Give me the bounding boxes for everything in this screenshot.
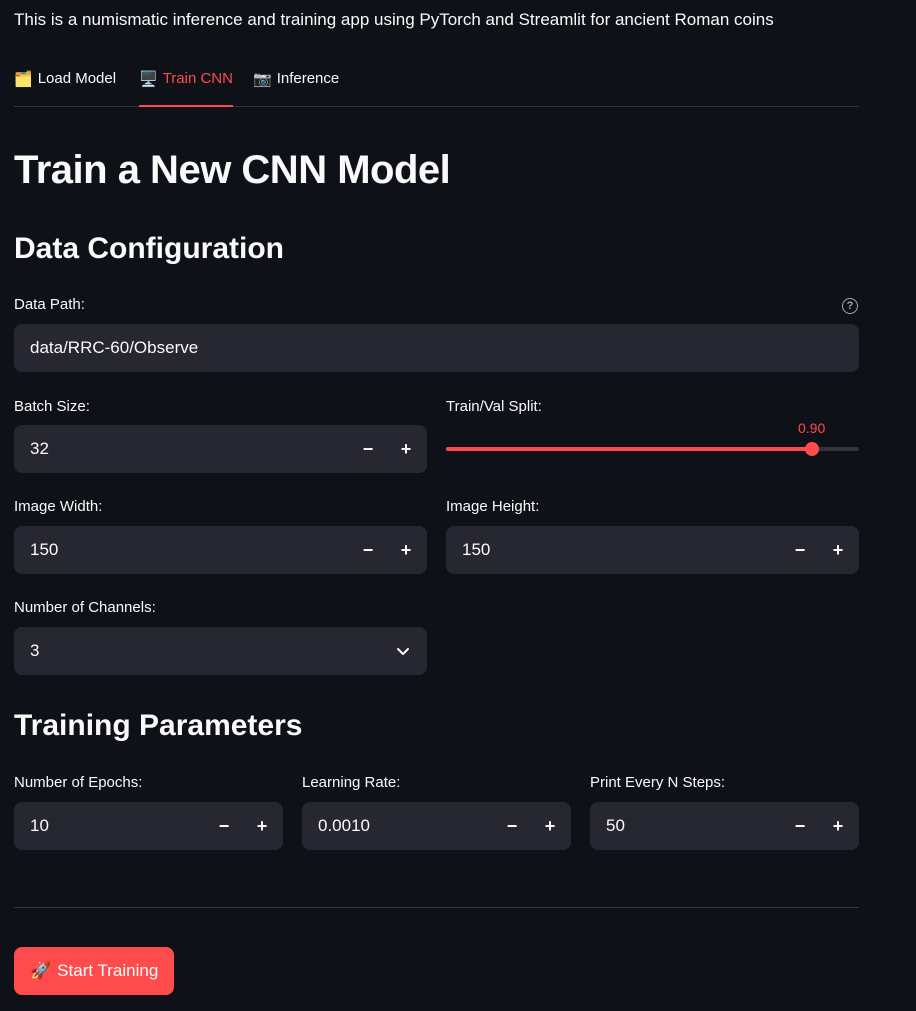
print-every-decrement-button[interactable]: − <box>781 802 819 850</box>
image-width-increment-button[interactable]: + <box>387 526 425 574</box>
learning-rate-value: 0.0010 <box>318 816 370 835</box>
image-height-increment-button[interactable]: + <box>819 526 857 574</box>
folder-icon: 🗂️ <box>14 71 33 88</box>
training-params-heading: Training Parameters <box>14 709 303 742</box>
tab-load-model[interactable]: 🗂️ Load Model <box>14 62 116 106</box>
rocket-icon: 🚀 <box>30 961 52 980</box>
computer-icon: 🖥️ <box>139 71 158 88</box>
start-training-button[interactable]: 🚀 Start Training <box>14 947 175 995</box>
tab-label: Inference <box>276 70 340 87</box>
image-height-value: 150 <box>462 540 491 559</box>
print-every-value: 50 <box>606 816 625 835</box>
image-height-decrement-button[interactable]: − <box>781 526 819 574</box>
data-path-input[interactable]: data/RRC-60/Observe <box>14 324 859 372</box>
batch-size-increment-button[interactable]: + <box>387 425 425 473</box>
learning-rate-increment-button[interactable]: + <box>531 802 569 850</box>
data-config-heading: Data Configuration <box>14 232 284 265</box>
epochs-label: Number of Epochs: <box>14 774 143 791</box>
channels-label: Number of Channels: <box>14 599 156 616</box>
epochs-increment-button[interactable]: + <box>243 802 281 850</box>
split-slider-thumb[interactable] <box>805 442 820 456</box>
camera-icon: 📷 <box>253 71 272 88</box>
image-width-decrement-button[interactable]: − <box>349 526 387 574</box>
channels-select[interactable]: 3 <box>14 627 427 675</box>
epochs-decrement-button[interactable]: − <box>205 802 243 850</box>
print-every-increment-button[interactable]: + <box>819 802 857 850</box>
tab-inference[interactable]: 📷 Inference <box>253 62 339 106</box>
intro-text: This is a numismatic inference and train… <box>14 10 774 29</box>
image-width-input[interactable]: 150 − + <box>14 526 427 574</box>
data-path-value: data/RRC-60/Observe <box>30 338 199 357</box>
batch-size-value: 32 <box>30 439 49 458</box>
start-training-label: Start Training <box>57 961 159 980</box>
tab-train-cnn[interactable]: 🖥️ Train CNN <box>139 62 233 107</box>
divider <box>14 907 859 908</box>
epochs-value: 10 <box>30 816 49 835</box>
tab-bar: 🗂️ Load Model 🖥️ Train CNN 📷 Inference <box>14 62 859 107</box>
data-path-label: Data Path: <box>14 296 85 313</box>
chevron-down-icon <box>397 648 409 655</box>
channels-value: 3 <box>30 641 40 660</box>
print-every-input[interactable]: 50 − + <box>590 802 859 850</box>
learning-rate-decrement-button[interactable]: − <box>493 802 531 850</box>
tab-label: Load Model <box>37 70 117 87</box>
page-title: Train a New CNN Model <box>14 148 451 192</box>
learning-rate-input[interactable]: 0.0010 − + <box>302 802 571 850</box>
print-every-label: Print Every N Steps: <box>590 774 726 791</box>
batch-size-input[interactable]: 32 − + <box>14 425 427 473</box>
image-width-value: 150 <box>30 540 59 559</box>
help-icon[interactable]: ? <box>842 298 858 314</box>
image-height-label: Image Height: <box>446 498 540 515</box>
image-width-label: Image Width: <box>14 498 103 515</box>
split-label: Train/Val Split: <box>446 398 542 415</box>
tab-label: Train CNN <box>162 70 233 87</box>
batch-size-label: Batch Size: <box>14 398 90 415</box>
batch-size-decrement-button[interactable]: − <box>349 425 387 473</box>
split-value: 0.90 <box>798 420 826 436</box>
epochs-input[interactable]: 10 − + <box>14 802 283 850</box>
image-height-input[interactable]: 150 − + <box>446 526 859 574</box>
split-slider-fill <box>446 447 813 451</box>
learning-rate-label: Learning Rate: <box>302 774 401 791</box>
